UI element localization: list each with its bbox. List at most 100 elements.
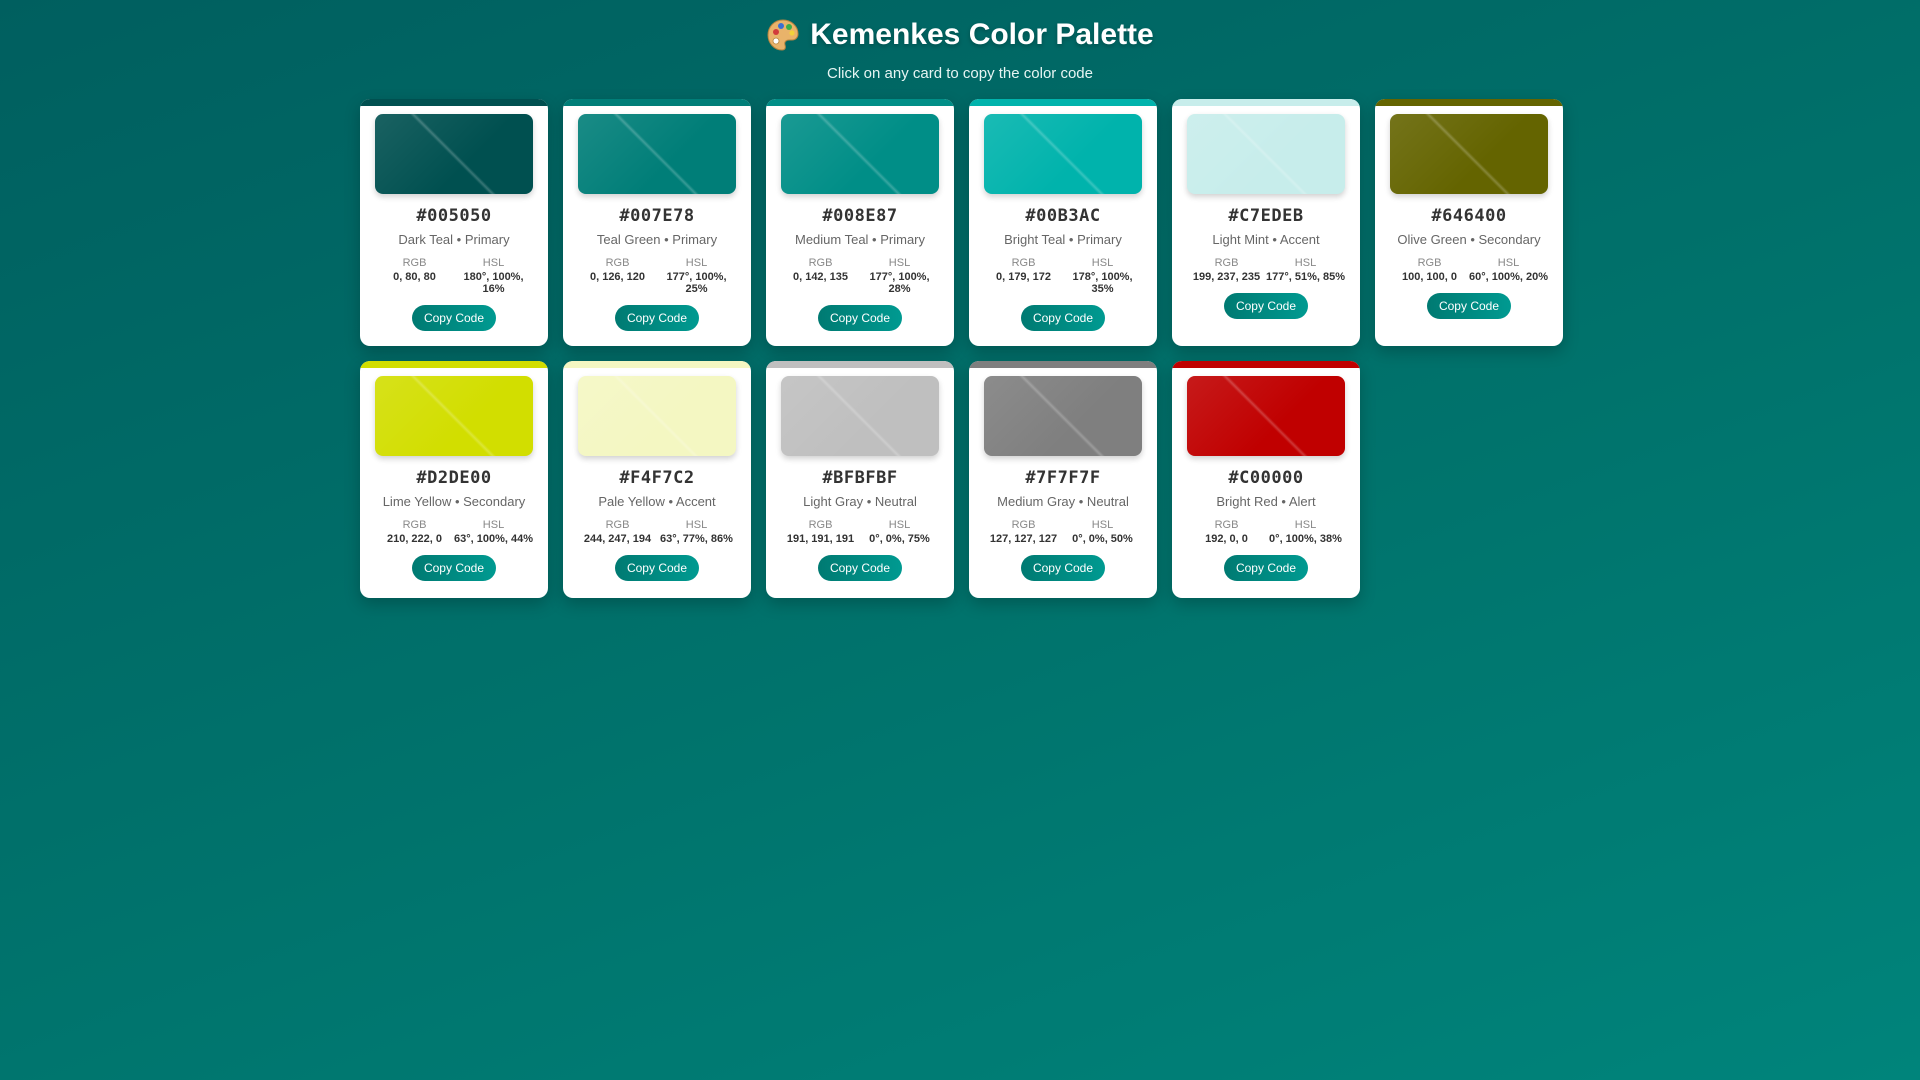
card-accent-bar: [1375, 99, 1563, 106]
rgb-label: RGB: [1011, 519, 1036, 531]
page-header: Kemenkes Color Palette Click on any card…: [0, 0, 1920, 82]
color-swatch: [375, 114, 533, 194]
color-swatch: [578, 114, 736, 194]
rgb-value-group: RGB 127, 127, 127: [984, 519, 1063, 545]
hex-code: #005050: [416, 206, 492, 226]
hex-code: #D2DE00: [416, 468, 492, 488]
hsl-label: HSL: [685, 519, 708, 531]
color-card[interactable]: #D2DE00 Lime Yellow • Secondary RGB 210, 22…: [360, 361, 548, 598]
color-name: Medium Gray • Neutral: [997, 494, 1129, 509]
card-accent-bar: [360, 361, 548, 368]
color-swatch: [1187, 114, 1345, 194]
hsl-value-group: HSL 178°, 100%, 35%: [1063, 257, 1142, 295]
color-swatch: [984, 114, 1142, 194]
rgb-label: RGB: [1011, 257, 1036, 269]
copy-code-button[interactable]: Copy Code: [1223, 293, 1309, 319]
rgb-value-group: RGB 0, 142, 135: [781, 257, 860, 295]
color-card[interactable]: #7F7F7F Medium Gray • Neutral RGB 127, 127,…: [969, 361, 1157, 598]
rgb-value: 210, 222, 0: [386, 533, 443, 545]
color-values: RGB 0, 80, 80 HSL 180°, 100%, 16%: [375, 257, 533, 295]
card-accent-bar: [563, 99, 751, 106]
hsl-value: 177°, 51%, 85%: [1266, 271, 1346, 283]
hsl-value-group: HSL 0°, 100%, 38%: [1266, 519, 1345, 545]
rgb-value: 244, 247, 194: [583, 533, 652, 545]
color-name: Light Mint • Accent: [1212, 232, 1320, 247]
hsl-label: HSL: [1294, 257, 1317, 269]
color-name: Lime Yellow • Secondary: [382, 494, 526, 509]
copy-code-button[interactable]: Copy Code: [1223, 555, 1309, 581]
color-values: RGB 0, 179, 172 HSL 178°, 100%, 35%: [984, 257, 1142, 295]
copy-code-button[interactable]: Copy Code: [817, 555, 903, 581]
copy-code-button[interactable]: Copy Code: [614, 555, 700, 581]
color-values: RGB 210, 222, 0 HSL 63°, 100%, 44%: [375, 519, 533, 545]
color-swatch: [984, 376, 1142, 456]
rgb-value: 127, 127, 127: [989, 533, 1058, 545]
hsl-label: HSL: [482, 519, 505, 531]
rgb-value: 0, 126, 120: [589, 271, 646, 283]
hsl-value: 178°, 100%, 35%: [1072, 271, 1133, 295]
color-swatch: [1187, 376, 1345, 456]
hsl-value: 63°, 100%, 44%: [454, 533, 534, 545]
card-accent-bar: [969, 361, 1157, 368]
color-values: RGB 127, 127, 127 HSL 0°, 0%, 50%: [984, 519, 1142, 545]
color-card[interactable]: #F4F7C2 Pale Yellow • Accent RGB 244, 247, …: [563, 361, 751, 598]
hex-code: #BFBFBF: [822, 468, 898, 488]
hex-code: #00B3AC: [1025, 206, 1101, 226]
rgb-label: RGB: [402, 519, 427, 531]
color-card[interactable]: #005050 Dark Teal • Primary RGB 0, 80, 80 HS…: [360, 99, 548, 346]
color-name: Dark Teal • Primary: [398, 232, 510, 247]
rgb-value: 192, 0, 0: [1205, 533, 1248, 545]
rgb-label: RGB: [808, 257, 833, 269]
color-card[interactable]: #C7EDEB Light Mint • Accent RGB 199, 237, 2…: [1172, 99, 1360, 346]
color-card[interactable]: #646400 Olive Green • Secondary RGB 100, 10…: [1375, 99, 1563, 346]
color-values: RGB 0, 142, 135 HSL 177°, 100%, 28%: [781, 257, 939, 295]
hsl-value-group: HSL 63°, 100%, 44%: [454, 519, 533, 545]
hex-code: #C00000: [1228, 468, 1304, 488]
color-name: Pale Yellow • Accent: [598, 494, 716, 509]
palette-icon: [766, 18, 800, 52]
copy-code-button[interactable]: Copy Code: [411, 555, 497, 581]
hsl-value-group: HSL 180°, 100%, 16%: [454, 257, 533, 295]
rgb-value: 199, 237, 235: [1192, 271, 1261, 283]
card-accent-bar: [766, 99, 954, 106]
hsl-value-group: HSL 177°, 51%, 85%: [1266, 257, 1345, 283]
color-card[interactable]: #008E87 Medium Teal • Primary RGB 0, 142, 1…: [766, 99, 954, 346]
copy-code-button[interactable]: Copy Code: [411, 305, 497, 331]
card-accent-bar: [969, 99, 1157, 106]
color-card[interactable]: #00B3AC Bright Teal • Primary RGB 0, 179, 1…: [969, 99, 1157, 346]
rgb-value-group: RGB 192, 0, 0: [1187, 519, 1266, 545]
color-card[interactable]: #007E78 Teal Green • Primary RGB 0, 126, 12…: [563, 99, 751, 346]
hex-code: #C7EDEB: [1228, 206, 1304, 226]
rgb-value-group: RGB 244, 247, 194: [578, 519, 657, 545]
color-values: RGB 191, 191, 191 HSL 0°, 0%, 75%: [781, 519, 939, 545]
rgb-label: RGB: [605, 519, 630, 531]
hsl-value-group: HSL 0°, 0%, 50%: [1063, 519, 1142, 545]
hsl-label: HSL: [1091, 519, 1114, 531]
rgb-value-group: RGB 191, 191, 191: [781, 519, 860, 545]
card-accent-bar: [766, 361, 954, 368]
hsl-value: 0°, 0%, 50%: [1072, 533, 1133, 545]
copy-code-button[interactable]: Copy Code: [1020, 555, 1106, 581]
hsl-value: 0°, 0%, 75%: [869, 533, 930, 545]
copy-code-button[interactable]: Copy Code: [817, 305, 903, 331]
hsl-label: HSL: [888, 519, 911, 531]
copy-code-button[interactable]: Copy Code: [1426, 293, 1512, 319]
rgb-value-group: RGB 100, 100, 0: [1390, 257, 1469, 283]
copy-code-button[interactable]: Copy Code: [614, 305, 700, 331]
rgb-label: RGB: [402, 257, 427, 269]
color-swatch: [781, 376, 939, 456]
hex-code: #F4F7C2: [619, 468, 695, 488]
color-card[interactable]: #C00000 Bright Red • Alert RGB 192, 0, 0 HSL…: [1172, 361, 1360, 598]
rgb-value-group: RGB 210, 222, 0: [375, 519, 454, 545]
rgb-label: RGB: [1214, 519, 1239, 531]
rgb-label: RGB: [605, 257, 630, 269]
hsl-value: 63°, 77%, 86%: [660, 533, 733, 545]
rgb-label: RGB: [1417, 257, 1442, 269]
copy-code-button[interactable]: Copy Code: [1020, 305, 1106, 331]
card-accent-bar: [360, 99, 548, 106]
hsl-value-group: HSL 60°, 100%, 20%: [1469, 257, 1548, 283]
hex-code: #007E78: [619, 206, 695, 226]
page-subtitle: Click on any card to copy the color code: [827, 65, 1093, 82]
color-card[interactable]: #BFBFBF Light Gray • Neutral RGB 191, 191, …: [766, 361, 954, 598]
hsl-value-group: HSL 177°, 100%, 25%: [657, 257, 736, 295]
